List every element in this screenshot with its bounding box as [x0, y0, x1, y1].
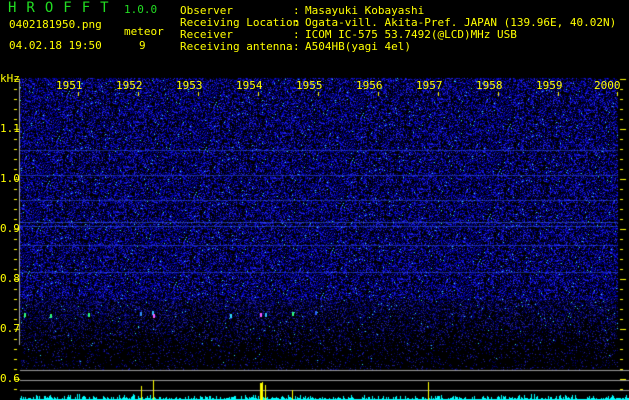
- y-tick-label: 0.6: [0, 372, 20, 385]
- x-tick-label: 1952: [116, 79, 143, 92]
- y-tick-label: 0.7: [0, 322, 20, 335]
- x-tick-label: 1953: [176, 79, 203, 92]
- x-tick-label: 2000: [594, 79, 621, 92]
- app-version: 1.0.0: [124, 3, 158, 16]
- y-axis-unit: kHz: [0, 72, 20, 85]
- x-tick-label: 1957: [416, 79, 443, 92]
- x-tick-label: 1951: [56, 79, 83, 92]
- count-label: meteor: [124, 25, 164, 38]
- y-tick-label: 0.8: [0, 272, 20, 285]
- info-value-antenna: A504HB(yagi 4el): [305, 40, 411, 53]
- y-tick-label: 0.9: [0, 222, 20, 235]
- info-label-antenna: Receiving antenna: [180, 40, 293, 53]
- x-tick-label: 1959: [536, 79, 563, 92]
- info-sep: :: [293, 40, 300, 53]
- app-title: HROFFT: [8, 0, 119, 16]
- datetime: 04.02.18 19:50: [9, 39, 102, 52]
- meteor-count: 9: [139, 39, 146, 52]
- x-tick-label: 1958: [476, 79, 503, 92]
- y-tick-label: 1.0: [0, 172, 20, 185]
- spectrogram-canvas: [0, 0, 629, 400]
- x-tick-label: 1954: [236, 79, 263, 92]
- filename: 0402181950.png: [9, 18, 102, 31]
- x-tick-label: 1955: [296, 79, 323, 92]
- x-tick-label: 1956: [356, 79, 383, 92]
- y-tick-label: 1.1: [0, 122, 20, 135]
